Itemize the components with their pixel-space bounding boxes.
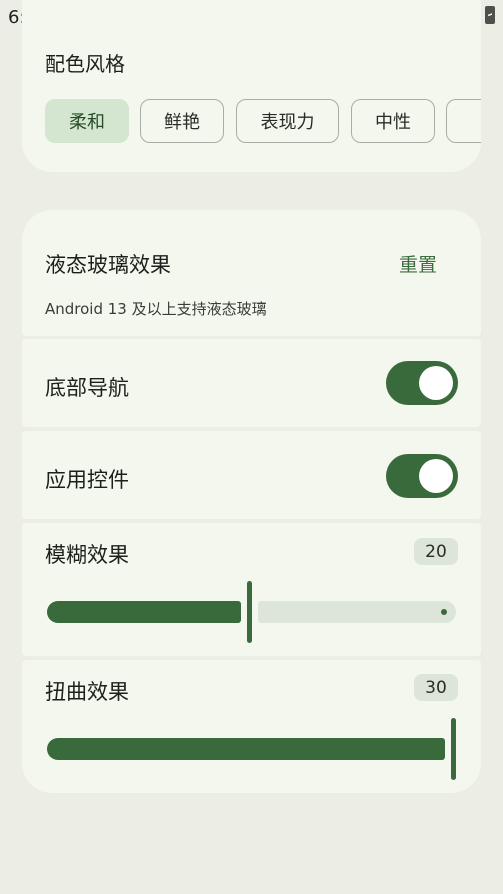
distortion-label: 扭曲效果 xyxy=(45,680,129,704)
chip-soft[interactable]: 柔和 xyxy=(45,99,129,143)
chip-neutral[interactable]: 中性 xyxy=(351,99,435,143)
chip-expressive[interactable]: 表现力 xyxy=(236,99,339,143)
bottom-nav-label: 底部导航 xyxy=(45,376,129,400)
blur-slider-active-track[interactable] xyxy=(47,601,241,623)
blur-label: 模糊效果 xyxy=(45,543,129,567)
distortion-slider-active-track[interactable] xyxy=(47,738,445,760)
distortion-slider-handle[interactable] xyxy=(451,718,456,780)
color-style-title: 配色风格 xyxy=(45,52,125,76)
blur-slider-stop-indicator xyxy=(441,609,447,615)
reset-button[interactable]: 重置 xyxy=(399,250,437,277)
distortion-value-badge: 30 xyxy=(414,674,458,701)
blur-value-badge: 20 xyxy=(414,538,458,565)
color-style-chips: 柔和 鲜艳 表现力 中性 xyxy=(45,99,481,143)
chip-vibrant[interactable]: 鲜艳 xyxy=(140,99,224,143)
liquid-glass-title: 液态玻璃效果 xyxy=(45,253,171,277)
bottom-nav-toggle[interactable] xyxy=(386,361,458,405)
color-style-card xyxy=(22,0,481,172)
toggle-knob xyxy=(419,459,453,493)
app-widget-label: 应用控件 xyxy=(45,468,129,492)
battery-charging-icon xyxy=(485,6,495,24)
app-widget-toggle[interactable] xyxy=(386,454,458,498)
blur-slider-handle[interactable] xyxy=(247,581,252,643)
blur-slider-inactive-track[interactable] xyxy=(258,601,456,623)
liquid-glass-subtitle: Android 13 及以上支持液态玻璃 xyxy=(45,300,267,318)
toggle-knob xyxy=(419,366,453,400)
chip-more[interactable] xyxy=(446,99,481,143)
